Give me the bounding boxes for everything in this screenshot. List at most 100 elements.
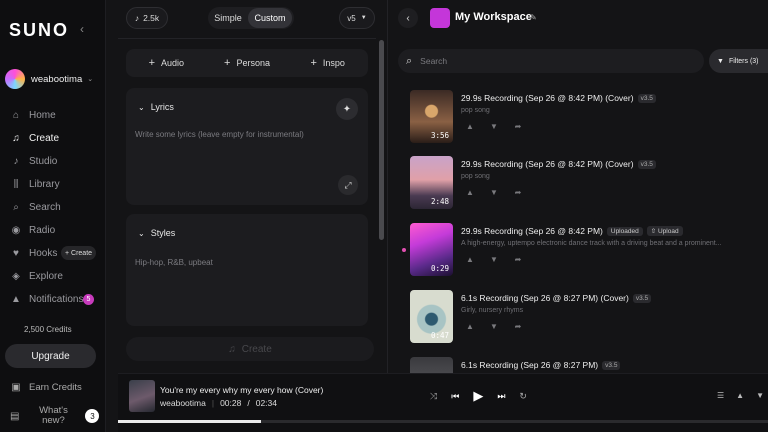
song-description: pop song [461,107,490,114]
thumbs-up-icon[interactable]: ▲ [463,322,477,331]
song-row[interactable]: 0:47 6.1s Recording (Sep 26 @ 8:27 PM) (… [410,290,768,350]
player-controls: ⤨ ⏮ ▶ ⏭ ↻ [430,388,527,404]
song-title-line: 6.1s Recording (Sep 26 @ 8:27 PM) v3.5 [461,360,621,370]
sidebar-item-label: Radio [29,225,56,236]
home-icon: ⌂ [12,110,20,121]
song-row[interactable]: 6.1s Recording (Sep 26 @ 8:27 PM) v3.5 [410,357,768,373]
player-meta: weabootima | 00:28 / 02:34 [160,398,277,408]
add-inspo-label: Inspo [322,58,345,68]
filter-icon: ▼ [717,57,724,65]
sidebar-item-home[interactable]: ⌂ Home [0,104,106,127]
thumbs-down-icon[interactable]: ▼ [487,255,501,264]
magic-wand-icon[interactable]: ✦ [336,98,358,120]
queue-icon[interactable]: ☰ [717,391,724,400]
mode-toggle: Simple Custom [208,7,294,29]
suno-logo[interactable]: SUNO [9,20,69,41]
collapse-sidebar-icon[interactable]: ‹ [80,22,84,36]
thumbs-down-icon[interactable]: ▼ [756,391,764,400]
create-scrollbar[interactable] [379,40,384,240]
filters-label: Filters (3) [728,57,759,65]
repeat-icon[interactable]: ↻ [519,391,527,402]
news-icon: ▤ [10,410,20,422]
player-right-controls: ☰ ▲ ▼ [717,391,764,400]
studio-icon: ♪ [13,156,19,167]
sidebar-item-search[interactable]: ⌕ Search [0,196,106,219]
sidebar-item-hooks[interactable]: ♥ Hooks + Create [0,242,106,265]
thumbs-up-icon[interactable]: ▲ [463,255,477,264]
styles-header[interactable]: ⌄ Styles [138,228,175,238]
share-icon[interactable]: ➦ [511,122,525,131]
add-persona-button[interactable]: + Persona [207,57,288,69]
song-count: 2.5k [143,13,160,23]
version-badge: v3.5 [632,293,652,303]
upgrade-button[interactable]: Upgrade [5,344,96,368]
user-menu[interactable]: weabootima ⌄ [5,68,101,90]
user-name: weabootima [31,73,83,85]
whats-new-link[interactable]: ▤ What's new? 3 [10,404,100,428]
song-title[interactable]: 6.1s Recording (Sep 26 @ 8:27 PM) [461,360,598,370]
expand-icon[interactable]: ⤢ [338,175,358,195]
model-version-select[interactable]: v5 ▼ [339,7,375,29]
thumbs-up-icon[interactable]: ▲ [463,188,477,197]
song-title[interactable]: 29.9s Recording (Sep 26 @ 8:42 PM) [461,226,603,236]
song-row[interactable]: 0:29 29.9s Recording (Sep 26 @ 8:42 PM) … [410,223,768,283]
filters-button[interactable]: ▼ Filters (3) [709,49,768,73]
mode-custom-tab[interactable]: Custom [248,8,292,28]
sidebar-item-notifications[interactable]: ▲ Notifications 5 [0,288,106,311]
lyrics-header[interactable]: ⌄ Lyrics [138,102,174,112]
mode-simple-tab[interactable]: Simple [208,13,248,23]
song-count-pill[interactable]: ♪ 2.5k [126,7,168,29]
whats-new-label: What's new? [39,405,68,426]
wallet-icon: ▣ [11,381,21,393]
hooks-icon: ♥ [13,248,19,259]
sidebar-item-label: Home [29,110,56,121]
thumbs-down-icon[interactable]: ▼ [487,322,501,331]
upload-button[interactable]: ⇧ Upload [646,226,683,236]
back-button[interactable]: ‹ [398,8,418,28]
workspace-search-input[interactable]: ⌕ Search [398,49,704,73]
player-current-time: 00:28 [220,398,242,408]
player-cover-image[interactable] [129,380,155,412]
play-icon[interactable]: ▶ [473,388,483,404]
sidebar-item-label: Library [29,179,60,190]
earn-credits-link[interactable]: ▣ Earn Credits [10,381,82,393]
thumbs-up-icon[interactable]: ▲ [736,391,744,400]
lyrics-input[interactable]: Write some lyrics (leave empty for instr… [135,130,304,139]
next-icon[interactable]: ⏭ [497,391,505,402]
thumbs-down-icon[interactable]: ▼ [487,188,501,197]
create-button[interactable]: ♫ Create [126,337,374,361]
add-persona-label: Persona [236,58,270,68]
share-icon[interactable]: ➦ [511,188,525,197]
player-artist[interactable]: weabootima [160,398,206,408]
pencil-icon[interactable]: ✎ [530,13,537,22]
thumbs-down-icon[interactable]: ▼ [487,122,501,131]
shuffle-icon[interactable]: ⤨ [430,391,437,402]
hooks-create-button[interactable]: + Create [61,246,97,260]
sidebar-item-explore[interactable]: ◈ Explore [0,265,106,288]
song-title[interactable]: 29.9s Recording (Sep 26 @ 8:42 PM) (Cove… [461,159,634,169]
add-audio-label: Audio [161,58,185,68]
previous-icon[interactable]: ⏮ [451,391,459,402]
sidebar-item-label: Studio [29,156,58,167]
song-title[interactable]: 6.1s Recording (Sep 26 @ 8:27 PM) (Cover… [461,293,629,303]
song-title[interactable]: 29.9s Recording (Sep 26 @ 8:42 PM) (Cove… [461,93,634,103]
sidebar-item-studio[interactable]: ♪ Studio [0,150,106,173]
sidebar-item-radio[interactable]: ◉ Radio [0,219,106,242]
song-row[interactable]: 2:48 29.9s Recording (Sep 26 @ 8:42 PM) … [410,156,768,216]
thumbs-up-icon[interactable]: ▲ [463,122,477,131]
add-audio-button[interactable]: + Audio [126,57,207,69]
song-row[interactable]: 3:56 29.9s Recording (Sep 26 @ 8:42 PM) … [410,90,768,150]
add-inspo-button[interactable]: + Inspo [287,57,368,69]
share-icon[interactable]: ➦ [511,322,525,331]
sidebar-item-library[interactable]: ⫼ Library [0,173,106,196]
plus-icon: + [148,57,156,69]
radio-icon: ◉ [11,225,21,236]
player-song-title[interactable]: You're my every why my every how (Cover) [160,385,323,395]
styles-input[interactable]: Hip-hop, R&B, upbeat [135,258,213,267]
styles-label: Styles [150,228,176,238]
sidebar-item-create[interactable]: ♫ Create [0,127,106,150]
workspace-title: My Workspace [455,11,532,23]
share-icon[interactable]: ➦ [511,255,525,264]
player-progress-bar[interactable] [118,420,768,423]
music-note-icon: ♫ [12,133,20,144]
